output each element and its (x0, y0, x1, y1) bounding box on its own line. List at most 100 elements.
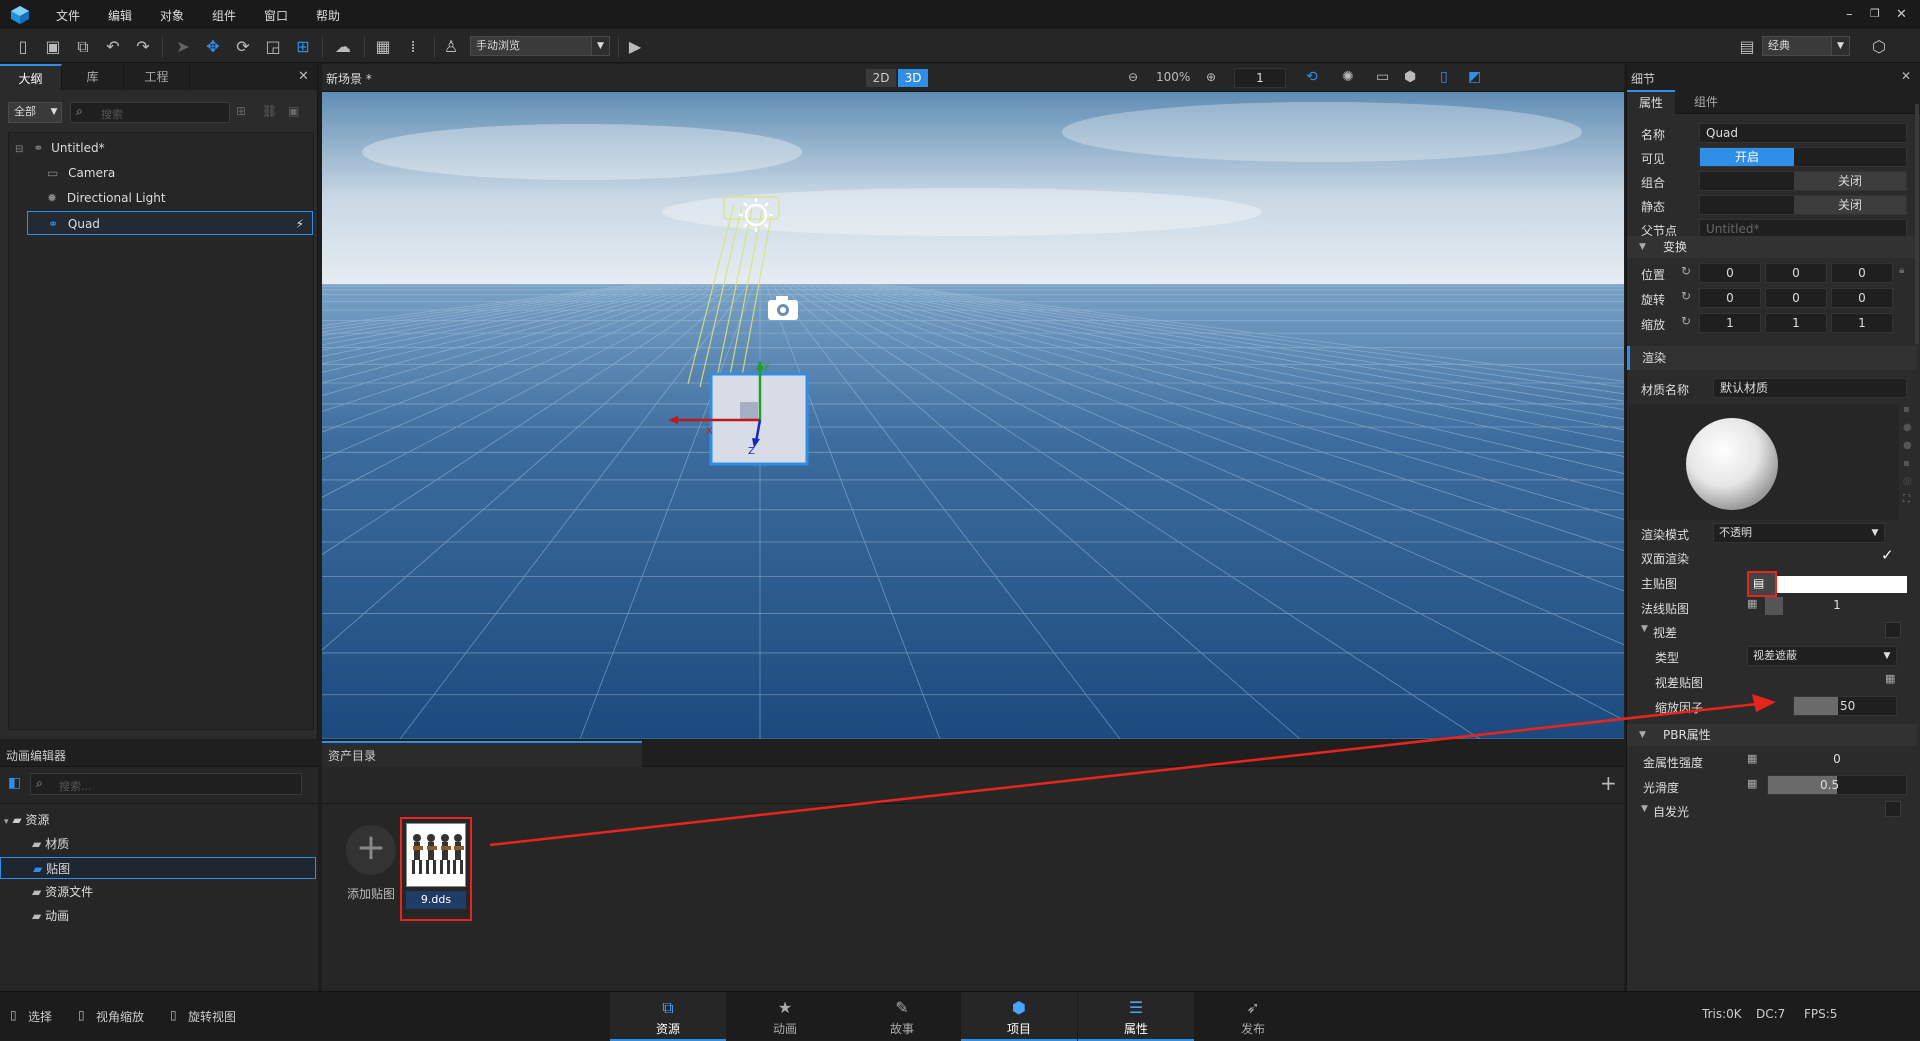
scale-factor-slider[interactable]: 50 (1793, 696, 1897, 716)
scale-x[interactable]: 1 (1699, 313, 1761, 333)
preview-option-icon[interactable]: ▪ (1903, 404, 1910, 415)
reset-icon[interactable]: ↻ (1681, 264, 1691, 278)
tab-asset-directory[interactable]: 资产目录 (322, 741, 642, 767)
zoom-out-icon[interactable]: ⊖ (1128, 70, 1138, 84)
tree-row-camera[interactable]: ▭ Camera (47, 161, 313, 185)
save-icon[interactable]: ▣ (42, 36, 64, 58)
scene-render[interactable]: Y X Z (322, 92, 1624, 739)
run-icon[interactable]: ⚡ (296, 212, 304, 236)
preview-option-icon[interactable]: ● (1903, 422, 1912, 433)
redo-icon[interactable]: ↷ (132, 36, 154, 58)
folder-materials[interactable]: ▰ 材质 (32, 833, 69, 855)
menu-file[interactable]: 文件 (56, 7, 80, 24)
preview-option-icon[interactable]: ◎ (1903, 476, 1912, 487)
folder-resources[interactable]: ▰ 资源文件 (32, 881, 93, 903)
emission-checkbox[interactable] (1885, 801, 1901, 817)
close-panel-icon[interactable]: ✕ (298, 69, 309, 84)
tree-row-root[interactable]: ⊟ ⚭ Untitled* (15, 136, 311, 160)
reset-icon[interactable]: ↻ (1681, 314, 1691, 328)
group-toggle[interactable]: 关闭 (1699, 171, 1907, 191)
scale-icon[interactable]: ◲ (262, 36, 284, 58)
menu-window[interactable]: 窗口 (264, 7, 288, 24)
nav-properties[interactable]: ☰ 属性 (1078, 992, 1194, 1041)
move-icon[interactable]: ✥ (202, 36, 224, 58)
reset-icon[interactable]: ↻ (1681, 289, 1691, 303)
static-toggle[interactable]: 关闭 (1699, 195, 1907, 215)
layout-icon[interactable]: ▤ (1736, 36, 1758, 58)
tab-components[interactable]: 组件 (1675, 90, 1737, 114)
rotation-x[interactable]: 0 (1699, 288, 1761, 308)
preview-option-icon[interactable]: ● (1903, 440, 1912, 451)
folder-animations[interactable]: ▰ 动画 (32, 905, 69, 927)
settings-hex-icon[interactable]: ⬡ (1868, 36, 1890, 58)
filter-select[interactable]: 全部 ▼ (8, 102, 62, 123)
new-file-icon[interactable]: ▯ (12, 36, 34, 58)
select-arrow-icon[interactable]: ➤ (172, 36, 194, 58)
main-tex-thumbnail[interactable]: ▤ (1747, 571, 1777, 597)
nav-story[interactable]: ✎ 故事 (844, 992, 960, 1041)
filter-tool-icon[interactable]: ⊞ (236, 104, 246, 118)
save-all-icon[interactable]: ⧉ (72, 36, 94, 58)
render-mode-select[interactable]: 不透明 ▼ (1713, 523, 1885, 543)
parallax-checkbox[interactable] (1885, 622, 1901, 638)
scale-y[interactable]: 1 (1765, 313, 1827, 333)
asset-item-9dds[interactable]: 9.dds (400, 817, 472, 921)
camera-mode-select[interactable]: 手动浏览 ▼ (470, 36, 610, 56)
collapse-toggle-icon[interactable]: ⊟ (15, 144, 23, 155)
close-icon[interactable]: ✕ (1896, 7, 1907, 22)
lock-view-icon[interactable]: ▯ (1440, 69, 1448, 85)
material-input[interactable]: 默认材质 (1713, 378, 1907, 398)
rotate-icon[interactable]: ⟳ (232, 36, 254, 58)
texture-slot-icon[interactable]: ▦ (1747, 777, 1757, 790)
pbr-section[interactable]: ▼ PBR属性 (1627, 724, 1917, 746)
snap-icon[interactable]: ⊞ (292, 36, 314, 58)
folder-root[interactable]: ▾ ▰ 资源 (4, 809, 49, 831)
lock-icon[interactable]: 🔒︎ (1899, 265, 1904, 276)
layout-preset-select[interactable]: 经典 ▼ (1762, 36, 1850, 56)
collapse-icon[interactable]: ▣ (288, 104, 299, 118)
preview-option-icon[interactable]: ▪ (1903, 458, 1910, 469)
menu-object[interactable]: 对象 (160, 7, 184, 24)
person-icon[interactable]: ♙ (440, 36, 462, 58)
double-side-checkbox[interactable]: ✓ (1881, 546, 1894, 564)
tool-rotate[interactable]: 旋转视图 (188, 1008, 236, 1025)
dots-grid-icon[interactable]: ⁞ (402, 36, 424, 58)
tree-row-light[interactable]: ✹ Directional Light (47, 186, 313, 210)
texture-slot-icon[interactable]: ▦ (1747, 752, 1757, 765)
position-z[interactable]: 0 (1831, 263, 1893, 283)
smooth-slider[interactable]: 0.5 (1767, 775, 1907, 795)
tab-project[interactable]: 工程 (124, 64, 190, 90)
mode-2d-button[interactable]: 2D (866, 69, 896, 87)
layer-input[interactable]: 1 (1234, 68, 1286, 88)
folder-textures[interactable]: ▰ 贴图 (0, 857, 316, 879)
gear-icon[interactable]: ✺ (1342, 69, 1354, 85)
undo-icon[interactable]: ↶ (102, 36, 124, 58)
mode-3d-button[interactable]: 3D (898, 69, 928, 87)
nav-project[interactable]: ⬢ 项目 (961, 992, 1077, 1041)
nav-animation[interactable]: ★ 动画 (727, 992, 843, 1041)
play-icon[interactable]: ▶ (624, 36, 646, 58)
texture-slot-icon[interactable]: ▦ (1885, 672, 1895, 685)
texture-slot-icon[interactable]: ▦ (1747, 597, 1757, 610)
menu-edit[interactable]: 编辑 (108, 7, 132, 24)
link-icon[interactable]: ⛓ (262, 104, 277, 118)
panel-toggle-icon[interactable]: ◧ (8, 775, 21, 791)
close-panel-icon[interactable]: ✕ (1901, 69, 1911, 83)
normal-tex-swatch[interactable] (1765, 597, 1783, 615)
video-icon[interactable]: ▭ (1376, 69, 1389, 85)
preview-option-icon[interactable]: ⛶ (1903, 494, 1910, 505)
tab-properties[interactable]: 属性 (1627, 90, 1675, 114)
tree-row-quad[interactable]: ⚭ Quad ⚡ (27, 211, 313, 235)
transform-section[interactable]: ▼ 变换 (1627, 236, 1917, 258)
normal-strength[interactable]: 1 (1787, 596, 1887, 616)
zoom-in-icon[interactable]: ⊕ (1206, 70, 1216, 84)
outliner-search-input[interactable]: ⌕ 搜索 (70, 102, 230, 123)
rotation-z[interactable]: 0 (1831, 288, 1893, 308)
rotation-y[interactable]: 0 (1765, 288, 1827, 308)
add-icon[interactable]: + (1600, 771, 1617, 795)
position-y[interactable]: 0 (1765, 263, 1827, 283)
render-section[interactable]: 渲染 (1627, 346, 1917, 370)
asset-search-input[interactable]: ⌕ 搜索... (30, 773, 302, 795)
parallax-type-select[interactable]: 视差遮蔽 ▼ (1747, 646, 1897, 666)
name-input[interactable]: Quad (1699, 123, 1907, 143)
